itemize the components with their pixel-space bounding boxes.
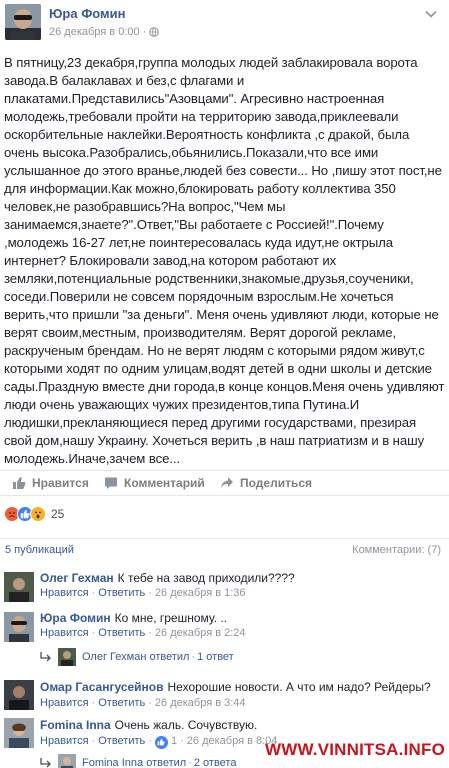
comment-likes-count[interactable]: 1 <box>171 735 177 747</box>
comment-author[interactable]: Омар Гасангусейнов <box>40 680 164 694</box>
globe-icon <box>149 27 160 37</box>
comment-actions: Нравится · Ответить · 26 декабря в 2:24 <box>40 627 246 639</box>
comment-label: Комментарий <box>124 476 205 490</box>
comment-reply-link[interactable]: Ответить <box>98 735 145 747</box>
thumbs-up-icon <box>13 477 26 489</box>
reply-arrow-icon <box>40 652 51 662</box>
share-icon <box>221 477 233 489</box>
comment-reply-link[interactable]: Ответить <box>98 697 145 709</box>
view-replies-link[interactable]: Олег Гехман ответил · 1 ответ <box>40 648 234 666</box>
avatar[interactable] <box>4 680 34 710</box>
like-button[interactable]: Нравится <box>12 476 89 490</box>
reply-count: 2 ответа <box>193 757 237 768</box>
like-label: Нравится <box>32 476 89 490</box>
shares-link[interactable]: 5 публикаций <box>5 544 74 556</box>
comment-text: Ко мне, грешному. .. <box>114 611 228 625</box>
comment-reply-link[interactable]: Ответить <box>98 627 145 639</box>
comment-author[interactable]: Олег Гехман <box>40 571 114 585</box>
comment-reply-link[interactable]: Ответить <box>98 587 145 599</box>
comments-count: Комментарии: (7) <box>352 544 441 556</box>
post-text: В пятницу,23 декабря,группа молодых люде… <box>4 55 445 466</box>
reply-author: Олег Гехман ответил <box>82 651 190 663</box>
comments-summary: 5 публикаций Комментарии: (7) <box>0 538 449 560</box>
avatar[interactable] <box>4 572 34 602</box>
chevron-down-icon[interactable] <box>425 10 437 18</box>
avatar[interactable] <box>4 718 34 748</box>
post-timestamp[interactable]: 26 декабря в 0:00 <box>49 26 140 38</box>
comment-actions: Нравится · Ответить · 26 декабря в 3:44 <box>40 697 246 709</box>
comment-time[interactable]: 26 декабря в 2:24 <box>155 627 246 639</box>
comment-author[interactable]: Fomina Inna <box>40 718 111 732</box>
avatar[interactable] <box>5 4 41 40</box>
comment-text: К тебе на завод приходили???? <box>117 571 295 585</box>
comment-time[interactable]: 26 декабря в 3:44 <box>155 697 246 709</box>
post-meta: 26 декабря в 0:00 · <box>49 26 160 38</box>
comment-time[interactable]: 26 декабря в 1:36 <box>155 587 246 599</box>
reactions-summary[interactable]: 25 <box>4 505 64 523</box>
comment-time[interactable]: 26 декабря в 8:04 <box>187 735 278 747</box>
comment-like-link[interactable]: Нравится <box>40 627 89 639</box>
author-name[interactable]: Юра Фомин <box>49 6 126 21</box>
view-replies-link[interactable]: Fomina Inna ответил · 2 ответа <box>40 754 236 768</box>
reply-author: Fomina Inna ответил <box>82 757 187 768</box>
comment-like-link[interactable]: Нравится <box>40 697 89 709</box>
comment-icon <box>105 477 117 489</box>
comment-author[interactable]: Юра Фомин <box>40 611 111 625</box>
comment-text: Нехорошие новости. А что им надо? Рейдер… <box>167 680 431 694</box>
comment-actions: Нравится · Ответить · 1 · 26 декабря в 8:04 <box>40 735 278 749</box>
avatar[interactable] <box>4 612 34 642</box>
avatar <box>58 754 76 768</box>
reply-arrow-icon <box>40 758 51 768</box>
comment-like-link[interactable]: Нравится <box>40 735 89 747</box>
share-label: Поделиться <box>240 476 313 490</box>
comment-text: Очень жаль. Сочувствую. <box>114 718 258 732</box>
avatar <box>58 648 76 666</box>
comment-button[interactable]: Комментарий <box>104 476 205 490</box>
post-header: Юра Фомин 26 декабря в 0:00 · <box>0 0 449 50</box>
like-badge-icon <box>154 735 168 749</box>
reply-count: 1 ответ <box>197 651 234 663</box>
wow-reaction-icon <box>30 506 46 522</box>
action-bar: Нравится Комментарий Поделиться <box>0 470 449 496</box>
watermark: WWW.VINNITSA.INFO <box>265 740 445 759</box>
reaction-count: 25 <box>51 507 65 521</box>
comment-like-link[interactable]: Нравится <box>40 587 89 599</box>
comment-actions: Нравится · Ответить · 26 декабря в 1:36 <box>40 587 246 599</box>
share-button[interactable]: Поделиться <box>220 476 312 490</box>
